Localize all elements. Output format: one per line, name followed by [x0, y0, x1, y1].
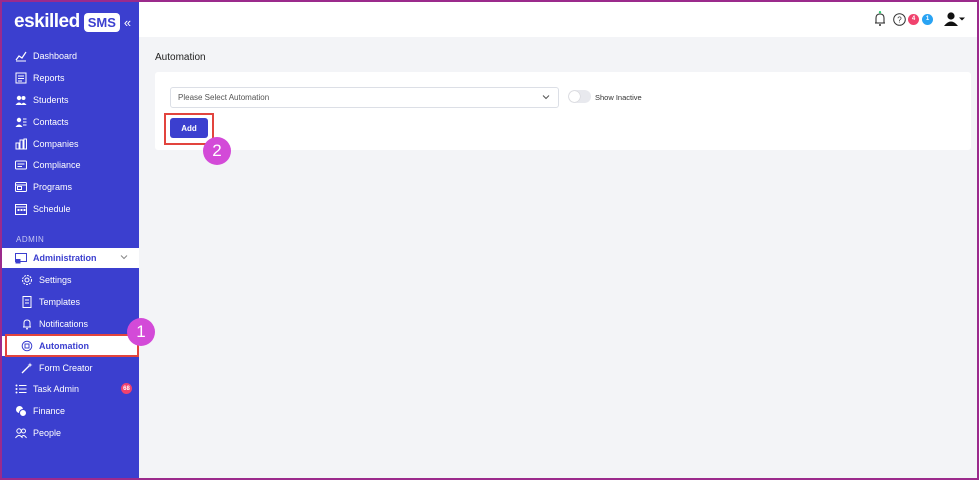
- sidebar-item-label: Form Creator: [39, 363, 93, 373]
- sidebar-item-notifications[interactable]: Notifications: [2, 314, 139, 334]
- show-inactive-label: Show Inactive: [595, 93, 642, 102]
- wand-icon: [21, 362, 33, 374]
- bell-icon: [21, 318, 33, 330]
- sidebar-item-programs[interactable]: Programs: [2, 177, 139, 197]
- sidebar-item-label: Finance: [33, 406, 66, 416]
- logo[interactable]: eskilled SMS «: [14, 10, 131, 34]
- sidebar-item-label: Reports: [33, 73, 65, 83]
- sidebar-item-companies[interactable]: Companies: [2, 134, 139, 154]
- sidebar-item-dashboard[interactable]: Dashboard: [2, 46, 139, 66]
- chart-line-icon: [15, 50, 27, 62]
- callout-step-2: 2: [203, 137, 231, 165]
- sidebar-item-label: Notifications: [39, 319, 89, 329]
- brand-name: eskilled: [14, 11, 80, 32]
- people-icon: [15, 427, 27, 439]
- contacts-icon: [15, 116, 27, 128]
- templates-icon: [21, 296, 33, 308]
- sidebar-item-label: Administration: [33, 253, 97, 263]
- app-frame: eskilled SMS « Dashboard Reports Student…: [0, 0, 979, 480]
- sidebar-item-label: Compliance: [33, 160, 81, 170]
- automation-highlight: [5, 334, 139, 357]
- sidebar-item-label: Dashboard: [33, 51, 78, 61]
- finance-icon: [15, 405, 27, 417]
- section-label-admin: ADMIN: [16, 235, 45, 244]
- sidebar-item-label: Companies: [33, 139, 79, 149]
- sidebar-item-templates[interactable]: Templates: [2, 292, 139, 312]
- sidebar: eskilled SMS « Dashboard Reports Student…: [2, 2, 139, 478]
- chevron-down-icon: [541, 92, 551, 104]
- sidebar-item-label: Templates: [39, 297, 81, 307]
- programs-icon: [15, 181, 27, 193]
- help-count-badge: 4: [908, 13, 919, 25]
- caret-down-icon: [959, 17, 965, 21]
- sidebar-item-contacts[interactable]: Contacts: [2, 112, 139, 132]
- chevron-down-icon: [119, 252, 129, 264]
- sidebar-item-students[interactable]: Students: [2, 90, 139, 110]
- sidebar-item-people[interactable]: People: [2, 423, 139, 443]
- sidebar-item-compliance[interactable]: Compliance: [2, 155, 139, 175]
- automation-select[interactable]: Please Select Automation: [170, 87, 559, 108]
- sidebar-item-reports[interactable]: Reports: [2, 68, 139, 88]
- task-list-icon: [15, 383, 27, 395]
- show-inactive-toggle[interactable]: [568, 90, 591, 103]
- user-avatar-icon[interactable]: [943, 11, 965, 27]
- sidebar-item-finance[interactable]: Finance: [2, 401, 139, 421]
- sidebar-item-form-creator[interactable]: Form Creator: [2, 358, 139, 378]
- collapse-sidebar-icon[interactable]: «: [124, 15, 131, 30]
- top-actions: ? 4 1: [873, 11, 965, 27]
- callout-step-1: 1: [127, 318, 155, 346]
- sidebar-item-label: People: [33, 428, 62, 438]
- notifications-bell-icon[interactable]: [873, 11, 887, 27]
- task-count-badge: 68: [121, 383, 132, 394]
- sidebar-item-label: Students: [33, 95, 69, 105]
- compliance-icon: [15, 159, 27, 171]
- top-bar: ? 4 1: [139, 2, 977, 37]
- students-icon: [15, 94, 27, 106]
- svg-text:?: ?: [897, 15, 902, 24]
- sidebar-item-task-admin[interactable]: Task Admin 68: [2, 379, 139, 399]
- settings-icon: [21, 274, 33, 286]
- sidebar-item-settings[interactable]: Settings: [2, 270, 139, 290]
- help-icon[interactable]: ?: [893, 12, 906, 26]
- sidebar-item-label: Settings: [39, 275, 72, 285]
- sidebar-item-label: Programs: [33, 182, 73, 192]
- sidebar-item-label: Schedule: [33, 204, 71, 214]
- schedule-icon: [15, 203, 27, 215]
- administration-icon: [15, 252, 27, 264]
- sidebar-item-administration[interactable]: Administration: [2, 248, 139, 268]
- automation-card: Please Select Automation Show Inactive A…: [155, 72, 971, 150]
- notification-count-badge: 1: [922, 13, 933, 25]
- select-placeholder: Please Select Automation: [178, 93, 270, 102]
- report-icon: [15, 72, 27, 84]
- companies-icon: [15, 138, 27, 150]
- sidebar-item-schedule[interactable]: Schedule: [2, 199, 139, 219]
- brand-badge: SMS: [83, 12, 120, 32]
- sidebar-item-label: Contacts: [33, 117, 69, 127]
- page-title: Automation: [155, 52, 206, 63]
- sidebar-item-label: Task Admin: [33, 384, 80, 394]
